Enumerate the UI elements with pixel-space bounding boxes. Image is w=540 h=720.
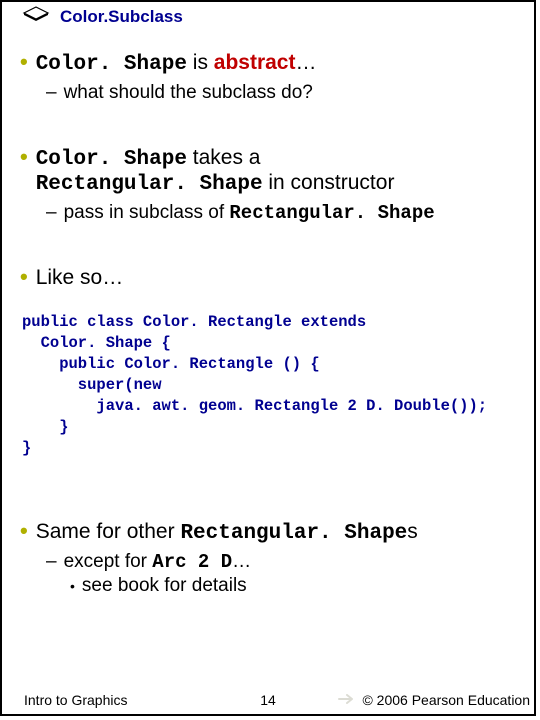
arrow-right-icon (338, 692, 356, 708)
code-text: Rectangular. Shape (229, 202, 434, 224)
dash-icon: – (46, 551, 57, 573)
bullet-1: • Color. Shape is abstract… (20, 51, 518, 76)
footer-left: Intro to Graphics (24, 692, 128, 708)
footer-right: © 2006 Pearson Education (338, 692, 530, 708)
code-text: Arc 2 D (152, 551, 232, 573)
bullet-dot-icon: • (70, 578, 75, 594)
bullet-dot-icon: • (20, 51, 28, 73)
code-text: Rectangular. Shape (180, 522, 407, 545)
code-text: Color. Shape (36, 53, 187, 76)
bullet-2: • Color. Shape takes a Rectangular. Shap… (20, 146, 518, 196)
bullet-4: • Same for other Rectangular. Shapes (20, 520, 518, 545)
plain-text: pass in subclass of (64, 202, 230, 223)
bullet-1-text: Color. Shape is abstract… (36, 51, 317, 76)
bullet-4-sub: – except for Arc 2 D… (46, 551, 518, 573)
diamond-icon (22, 6, 50, 27)
bullet-2-text: Color. Shape takes a Rectangular. Shape … (36, 146, 395, 196)
bullet-4-sub-text: except for Arc 2 D… (64, 551, 252, 573)
plain-text: is (187, 51, 214, 74)
bullet-4-sub2: • see book for details (70, 575, 518, 597)
bullet-4-text: Same for other Rectangular. Shapes (36, 520, 418, 545)
plain-text: Same for other (36, 520, 181, 543)
plain-text: except for (64, 551, 153, 572)
bullet-2-sub-text: pass in subclass of Rectangular. Shape (64, 202, 435, 224)
bullet-2-sub: – pass in subclass of Rectangular. Shape (46, 202, 518, 224)
bullet-text: Like so… (36, 266, 124, 290)
bullet-dot-icon: • (20, 266, 28, 288)
code-text: Rectangular. Shape (36, 173, 263, 196)
bullet-text: see book for details (82, 575, 247, 597)
footer-copyright: © 2006 Pearson Education (362, 692, 530, 708)
slide-footer: Intro to Graphics 14 © 2006 Pearson Educ… (2, 692, 534, 708)
plain-text: … (232, 551, 251, 572)
slide: Color.Subclass • Color. Shape is abstrac… (0, 0, 536, 716)
bullet-3: • Like so… (20, 266, 518, 290)
footer-page-number: 14 (260, 692, 276, 708)
slide-content: • Color. Shape is abstract… – what shoul… (2, 29, 534, 597)
slide-title: Color.Subclass (60, 7, 183, 27)
bullet-dot-icon: • (20, 520, 28, 542)
plain-text: s (407, 520, 418, 543)
code-block: public class Color. Rectangle extends Co… (22, 312, 518, 458)
plain-text: takes a (187, 146, 261, 169)
plain-text: in constructor (263, 171, 395, 194)
plain-text: … (295, 51, 316, 74)
bullet-1-sub: – what should the subclass do? (46, 82, 518, 104)
emphasis-text: abstract (214, 51, 296, 74)
bullet-dot-icon: • (20, 146, 28, 168)
code-text: Color. Shape (36, 148, 187, 171)
dash-icon: – (46, 82, 57, 104)
bullet-text: what should the subclass do? (64, 82, 313, 104)
slide-header: Color.Subclass (2, 2, 534, 29)
dash-icon: – (46, 202, 57, 224)
